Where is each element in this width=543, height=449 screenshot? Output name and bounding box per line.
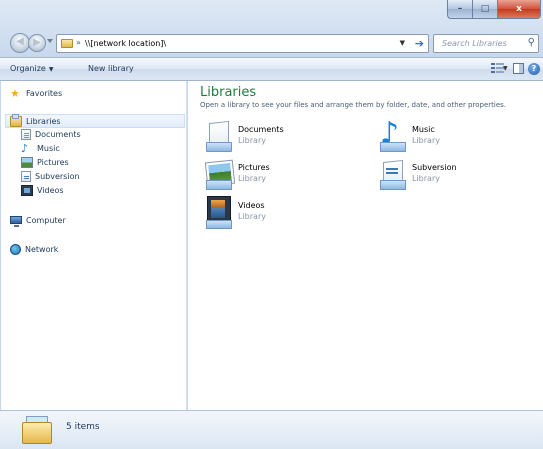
- command-bar: Organize ▼ New library ▼ ?: [0, 57, 543, 81]
- preview-pane-icon[interactable]: [513, 63, 524, 74]
- item-count: 5 items: [66, 422, 100, 432]
- library-type: Library: [238, 136, 266, 145]
- organize-label: Organize: [10, 64, 46, 73]
- libraries-icon: [10, 113, 22, 127]
- library-name: Videos: [238, 201, 265, 210]
- nav-label: Subversion: [35, 171, 80, 181]
- nav-label: Network: [25, 244, 59, 254]
- library-item-videos[interactable]: Videos Library: [202, 196, 352, 230]
- nav-item-music[interactable]: ♪ Music: [21, 141, 60, 155]
- library-name: Subversion: [412, 163, 457, 172]
- music-library-icon: [376, 116, 408, 152]
- breadcrumb-chevron-icon[interactable]: »: [76, 38, 81, 47]
- page-subtitle: Open a library to see your files and arr…: [200, 101, 506, 109]
- nav-item-network[interactable]: Network: [10, 242, 58, 256]
- pictures-library-icon: [202, 158, 234, 190]
- content-area: Libraries Open a library to see your fil…: [188, 81, 543, 410]
- back-arrow-icon: ◀: [16, 36, 24, 47]
- nav-label: Libraries: [26, 116, 61, 126]
- library-name: Documents: [238, 125, 284, 134]
- recent-pages-dropdown[interactable]: [47, 39, 53, 43]
- forward-button[interactable]: ▶: [28, 34, 46, 52]
- go-arrow-icon[interactable]: ➔: [415, 37, 424, 50]
- library-item-subversion[interactable]: Subversion Library: [376, 158, 526, 192]
- nav-label: Pictures: [37, 157, 69, 167]
- nav-item-computer[interactable]: Computer: [10, 213, 66, 227]
- library-item-documents[interactable]: Documents Library: [202, 120, 352, 154]
- library-name: Pictures: [238, 163, 270, 172]
- page-title: Libraries: [200, 85, 257, 100]
- maximize-button[interactable]: □: [473, 0, 498, 19]
- computer-icon: [10, 216, 22, 227]
- back-button[interactable]: ◀: [10, 33, 30, 53]
- library-type: Library: [238, 212, 266, 221]
- music-icon: ♪: [21, 141, 29, 155]
- search-icon[interactable]: ⚲: [528, 37, 535, 48]
- nav-item-documents[interactable]: Documents: [21, 127, 81, 141]
- library-type: Library: [412, 174, 440, 183]
- organize-button[interactable]: Organize ▼: [10, 64, 53, 73]
- subversion-icon: [21, 170, 31, 182]
- minimize-button[interactable]: –: [447, 0, 473, 19]
- nav-label: Music: [37, 143, 60, 153]
- library-item-pictures[interactable]: Pictures Library: [202, 158, 352, 192]
- navigation-bar: ◀ ▶ » \\[network location]\ ▼ ➔ Search L…: [0, 30, 543, 54]
- videos-icon: [21, 184, 33, 196]
- view-options-chevron-icon[interactable]: ▼: [503, 65, 508, 72]
- address-dropdown-icon[interactable]: ▼: [400, 39, 405, 47]
- nav-label: Videos: [37, 185, 64, 195]
- documents-icon: [21, 128, 31, 140]
- nav-label: Favorites: [26, 88, 63, 98]
- documents-library-icon: [202, 120, 234, 152]
- nav-item-pictures[interactable]: Pictures: [21, 155, 69, 169]
- details-pane: 5 items: [0, 410, 543, 449]
- navigation-pane: ★ Favorites Libraries Documents ♪ Music …: [1, 81, 187, 410]
- caption-buttons: – □ x: [447, 0, 541, 20]
- explorer-window: – □ x ◀ ▶ » \\[network location]\ ▼ ➔ Se…: [0, 0, 543, 449]
- star-icon: ★: [10, 86, 20, 100]
- search-placeholder: Search Libraries: [442, 39, 507, 48]
- nav-item-favorites[interactable]: ★ Favorites: [10, 86, 62, 100]
- new-library-button[interactable]: New library: [88, 64, 134, 73]
- videos-library-icon: [202, 196, 234, 229]
- nav-label: Computer: [26, 215, 66, 225]
- subversion-library-icon: [376, 158, 408, 190]
- libraries-folder-icon: [22, 416, 52, 444]
- library-type: Library: [412, 136, 440, 145]
- address-bar[interactable]: » \\[network location]\ ▼ ➔: [56, 34, 429, 53]
- library-item-music[interactable]: Music Library: [376, 116, 526, 154]
- network-icon: [10, 243, 21, 255]
- nav-item-libraries[interactable]: Libraries: [5, 113, 185, 128]
- nav-label: Documents: [35, 129, 81, 139]
- address-text[interactable]: \\[network location]\: [85, 39, 166, 48]
- library-folder-icon: [61, 39, 73, 48]
- forward-arrow-icon: ▶: [33, 37, 41, 48]
- search-input[interactable]: Search Libraries ⚲: [433, 34, 539, 53]
- nav-item-subversion[interactable]: Subversion: [21, 169, 80, 183]
- help-icon[interactable]: ?: [528, 63, 540, 75]
- library-type: Library: [238, 174, 266, 183]
- chevron-down-icon: ▼: [48, 66, 54, 73]
- pictures-icon: [21, 156, 33, 168]
- library-name: Music: [412, 125, 435, 134]
- close-button[interactable]: x: [498, 0, 541, 19]
- nav-item-videos[interactable]: Videos: [21, 183, 64, 197]
